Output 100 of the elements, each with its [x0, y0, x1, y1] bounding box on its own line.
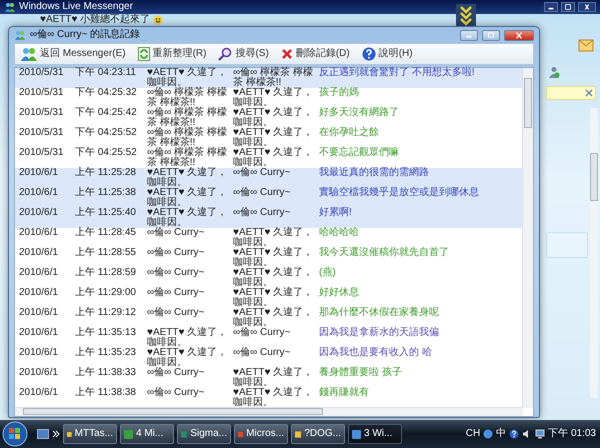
- minimize-icon[interactable]: [544, 2, 558, 12]
- history-row[interactable]: 2010/6/1 上午 11:25:40 ♥AETT♥ 久違了，咖啡因。 ∞倫∞ Curry~ 好累啊!: [15, 208, 523, 228]
- sender-cell-text: ♥AETT♥ 久違了，咖啡因。: [147, 348, 228, 368]
- time-cell-text: 上午 11:38:33: [75, 368, 137, 380]
- message-cell-text: 好累啊!: [319, 208, 353, 220]
- time-cell-text: 下午 04:23:11: [75, 68, 137, 80]
- restore-icon[interactable]: [561, 2, 575, 12]
- person-icon[interactable]: [548, 66, 560, 78]
- sender-cell-text: ∞倫∞ Curry~: [147, 308, 206, 320]
- history-row[interactable]: 2010/6/1 上午 11:28:55 ∞倫∞ Curry~ ♥AETT♥ 久違了，咖啡因。 我今天還沒催稿你就先自首了: [15, 248, 523, 268]
- close-icon[interactable]: [578, 2, 596, 12]
- taskbar-button[interactable]: Sigma...: [177, 424, 231, 444]
- history-row[interactable]: 2010/6/1 上午 11:35:13 ♥AETT♥ 久違了，咖啡因。 ∞倫∞ Curry~ 因為我是拿薪水的天語我偏: [15, 328, 523, 348]
- history-row[interactable]: 2010/6/1 上午 11:38:33 ∞倫∞ Curry~ ♥AETT♥ 久違了，咖啡因。 養身體重要啦 孩子: [15, 368, 523, 388]
- people-icon: [21, 47, 37, 61]
- scrollbar[interactable]: [590, 108, 598, 398]
- date-cell-text: 2010/6/1: [19, 228, 59, 240]
- history-row[interactable]: 2010/5/31 下午 04:25:42 ∞倫∞ 檸檬茶 檸檬茶 檸檬茶!! ♥AETT♥ 久違了，咖啡因。 好多天沒有網路了: [15, 108, 523, 128]
- sender-cell-text: ∞倫∞ Curry~: [147, 248, 206, 260]
- messenger-logo-icon: [4, 2, 16, 12]
- history-row[interactable]: 2010/5/31 下午 04:25:52 ∞倫∞ 檸檬茶 檸檬茶 檸檬茶!! ♥AETT♥ 久違了，咖啡因。 不要忘記觀眾們嘛: [15, 148, 523, 168]
- history-row[interactable]: 2010/6/1 上午 11:28:59 ∞倫∞ Curry~ ♥AETT♥ 久違了，咖啡因。 (燕): [15, 268, 523, 288]
- date-cell-text: 2010/6/1: [19, 368, 59, 380]
- date-cell-text: 2010/5/31: [19, 128, 64, 140]
- message-cell-text: 因為我也是要有收入的 哈: [319, 348, 433, 360]
- history-row[interactable]: 2010/5/31 下午 04:25:52 ∞倫∞ 檸檬茶 檸檬茶 檸檬茶!! ♥AETT♥ 久違了，咖啡因。 在你孕吐之餘: [15, 128, 523, 148]
- smiley-icon: [153, 14, 164, 24]
- message-cell-text: 在你孕吐之餘: [319, 128, 380, 140]
- history-row[interactable]: 2010/5/31 下午 04:25:32 ∞倫∞ 檸檬茶 檸檬茶 檸檬茶!! ♥AETT♥ 久違了，咖啡因。 孩子的媽: [15, 88, 523, 108]
- taskbar-button[interactable]: MTTas...: [63, 424, 117, 444]
- horizontal-scrollbar[interactable]: [15, 407, 523, 416]
- sender-cell-text: ♥AETT♥ 久違了，咖啡因。: [147, 68, 228, 88]
- toolbar-button[interactable]: 返回 Messenger(E): [19, 44, 128, 64]
- date-cell-text: 2010/6/1: [19, 308, 59, 320]
- sender-cell-text: ∞倫∞ 檸檬茶 檸檬茶 檸檬茶!!: [147, 128, 228, 148]
- people-icon: [14, 30, 26, 40]
- taskbar-button[interactable]: 3 Wi...: [348, 424, 402, 444]
- app-icon: [352, 430, 361, 438]
- app-icon: [295, 430, 302, 438]
- date-cell-text: 2010/6/1: [19, 188, 59, 200]
- recipient-cell-text: ∞倫∞ 檸檬茶 檸檬茶 檸檬茶!!: [233, 68, 314, 88]
- taskbar-button[interactable]: 4 Mi...: [120, 424, 174, 444]
- message-cell-text: 好多天沒有網路了: [319, 108, 400, 120]
- history-row[interactable]: 2010/6/1 上午 11:28:45 ∞倫∞ Curry~ ♥AETT♥ 久違了，咖啡因。 哈哈哈哈: [15, 228, 523, 248]
- clock[interactable]: 下午 01:03: [548, 428, 596, 440]
- close-icon[interactable]: [504, 30, 534, 40]
- search-icon: [218, 47, 232, 61]
- history-row[interactable]: 2010/6/1 上午 11:29:00 ∞倫∞ Curry~ ♥AETT♥ 久違了，咖啡因。 好好休息: [15, 288, 523, 308]
- sender-cell-text: ∞倫∞ Curry~: [147, 368, 206, 380]
- message-cell-text: 養身體重要啦 孩子: [319, 368, 403, 380]
- recipient-cell-text: ♥AETT♥ 久違了，咖啡因。: [233, 128, 314, 148]
- sender-cell-text: ∞倫∞ Curry~: [147, 288, 206, 300]
- date-cell-text: 2010/5/31: [19, 108, 64, 120]
- history-row[interactable]: 2010/6/1 上午 11:35:23 ♥AETT♥ 久違了，咖啡因。 ∞倫∞ Curry~ 因為我也是要有收入的 哈: [15, 348, 523, 368]
- language-indicator[interactable]: CH: [466, 428, 480, 440]
- history-row[interactable]: 2010/6/1 上午 11:29:12 ∞倫∞ Curry~ ♥AETT♥ 久違了，咖啡因。 那為什麼不休假在家養身呢: [15, 308, 523, 328]
- time-cell-text: 上午 11:25:38: [75, 188, 137, 200]
- recipient-cell-text: ♥AETT♥ 久違了，咖啡因。: [233, 388, 314, 408]
- history-row[interactable]: 2010/5/31 下午 04:23:11 ♥AETT♥ 久違了，咖啡因。 ∞倫∞ 檸檬茶 檸檬茶 檸檬茶!! 反正遇到就會驚對了 不用想太多啦!: [15, 68, 523, 88]
- app-icon: [124, 430, 133, 438]
- date-cell-text: 2010/6/1: [19, 388, 59, 400]
- time-cell-text: 下午 04:25:42: [75, 108, 138, 120]
- chevron-down-icon[interactable]: [456, 4, 476, 26]
- sender-cell-text: ∞倫∞ 檸檬茶 檸檬茶 檸檬茶!!: [147, 108, 228, 128]
- taskbar-button[interactable]: Micros...: [234, 424, 288, 444]
- window-title: Windows Live Messenger: [19, 1, 133, 13]
- toolbar-button[interactable]: 說明(H): [360, 44, 415, 64]
- history-row[interactable]: 2010/6/1 上午 11:38:38 ∞倫∞ Curry~ ♥AETT♥ 久違了，咖啡因。 錢再賺就有: [15, 388, 523, 408]
- date-cell-text: 2010/6/1: [19, 288, 59, 300]
- message-input[interactable]: [546, 232, 588, 258]
- recipient-cell-text: ♥AETT♥ 久違了，咖啡因。: [233, 288, 314, 308]
- maximize-icon[interactable]: [482, 30, 500, 40]
- time-cell-text: 下午 04:25:52: [75, 148, 138, 160]
- recipient-cell-text: ∞倫∞ Curry~: [233, 188, 292, 200]
- taskbar-button[interactable]: ?DOG...: [291, 424, 345, 444]
- toolbar-button[interactable]: 搜尋(S): [216, 44, 271, 64]
- sender-cell-text: ♥AETT♥ 久違了，咖啡因。: [147, 168, 228, 188]
- date-cell-text: 2010/5/31: [19, 148, 64, 160]
- input-mode-indicator[interactable]: 中: [496, 428, 506, 440]
- history-row[interactable]: 2010/6/1 上午 11:25:28 ♥AETT♥ 久違了，咖啡因。 ∞倫∞ Curry~ 我最近真的很需的需網路: [15, 168, 523, 188]
- toolbar-button[interactable]: 重新整理(R): [136, 44, 208, 64]
- message-cell-text: 實驗空檔我幾乎是放空或是到哪休息: [319, 188, 480, 200]
- help-icon[interactable]: [509, 429, 520, 439]
- double-chevron-icon[interactable]: [52, 430, 60, 438]
- time-cell-text: 上午 11:29:00: [75, 288, 137, 300]
- toolbar-button[interactable]: 刪除記錄(D): [278, 44, 352, 64]
- refresh-icon: [138, 47, 150, 61]
- recipient-cell-text: ♥AETT♥ 久違了，咖啡因。: [233, 88, 314, 108]
- vertical-scrollbar[interactable]: [522, 68, 533, 408]
- sender-cell-text: ∞倫∞ 檸檬茶 檸檬茶 檸檬茶!!: [147, 148, 228, 168]
- window-title: ∞倫∞ Curry~ 的訊息記錄: [30, 29, 140, 41]
- message-cell-text: 孩子的媽: [319, 88, 360, 100]
- date-cell-text: 2010/6/1: [19, 248, 59, 260]
- date-cell-text: 2010/6/1: [19, 208, 59, 220]
- start-button[interactable]: [2, 421, 28, 447]
- history-row[interactable]: 2010/6/1 上午 11:25:38 ♥AETT♥ 久違了，咖啡因。 ∞倫∞ Curry~ 實驗空檔我幾乎是放空或是到哪休息: [15, 188, 523, 208]
- recipient-cell-text: ∞倫∞ Curry~: [233, 328, 292, 340]
- message-cell-text: 錢再賺就有: [319, 388, 370, 400]
- message-cell-text: 不要忘記觀眾們嘛: [319, 148, 400, 160]
- recipient-cell-text: ♥AETT♥ 久違了，咖啡因。: [233, 268, 314, 288]
